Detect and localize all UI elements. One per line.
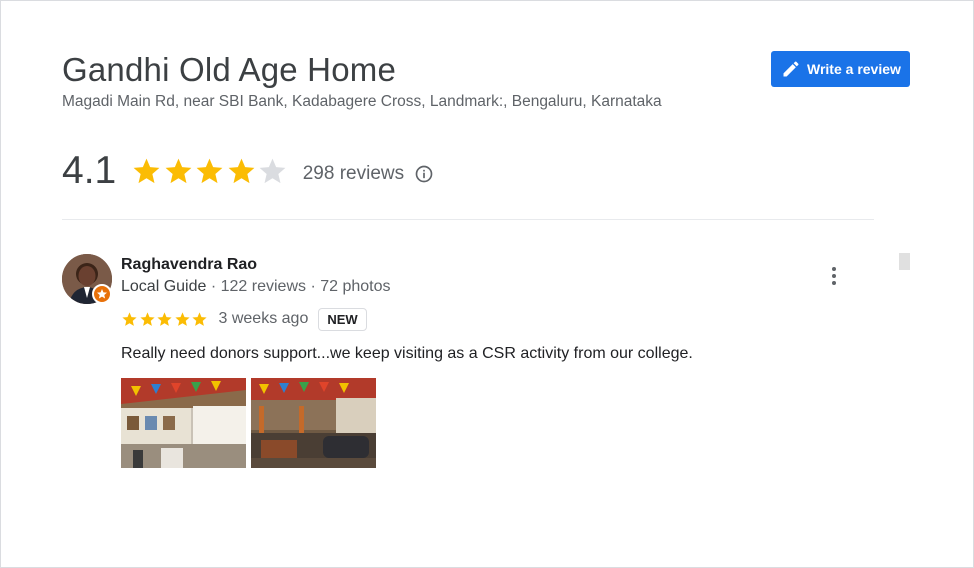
new-badge: NEW — [318, 307, 367, 331]
review-stars — [121, 311, 209, 328]
star-icon — [139, 311, 155, 326]
review-rating-row: 3 weeks ago NEW — [121, 306, 367, 332]
rating-value: 4.1 — [62, 149, 117, 192]
more-options-icon[interactable] — [824, 264, 844, 288]
scrollbar-thumb[interactable] — [899, 253, 910, 270]
reviewer-photo-count: 72 photos — [320, 278, 391, 295]
reviewer-role: Local Guide — [121, 278, 207, 295]
star-icon — [196, 158, 223, 183]
meta-separator: · — [210, 278, 217, 295]
rating-summary: 4.1 298 reviews — [62, 146, 434, 196]
rating-stars — [131, 156, 289, 187]
star-icon — [192, 311, 207, 326]
star-icon — [174, 311, 190, 326]
local-guide-badge-icon — [92, 284, 112, 304]
reviewer-meta: Local Guide · 122 reviews · 72 photos — [121, 278, 391, 296]
star-empty-icon — [259, 158, 286, 183]
review-photo[interactable] — [251, 378, 376, 468]
review-date: 3 weeks ago — [218, 310, 309, 327]
review-photo[interactable] — [121, 378, 246, 468]
reviews-count[interactable]: 298 reviews — [303, 157, 404, 185]
pencil-icon — [781, 59, 801, 79]
place-title: Gandhi Old Age Home — [62, 51, 396, 88]
star-icon — [228, 158, 255, 183]
meta-separator: · — [310, 278, 316, 295]
review-text: Really need donors support...we keep vis… — [121, 345, 693, 362]
star-icon — [165, 158, 192, 183]
write-review-label: Write a review — [807, 61, 901, 77]
star-icon — [133, 158, 160, 183]
divider — [62, 219, 874, 220]
reviewer-review-count: 122 reviews — [220, 278, 306, 295]
write-review-button[interactable]: Write a review — [771, 51, 910, 87]
info-icon[interactable] — [414, 158, 434, 184]
place-address: Magadi Main Rd, near SBI Bank, Kadabager… — [62, 93, 662, 110]
reviewer-name[interactable]: Raghavendra Rao — [121, 256, 257, 274]
star-icon — [122, 311, 137, 326]
star-icon — [157, 311, 172, 326]
